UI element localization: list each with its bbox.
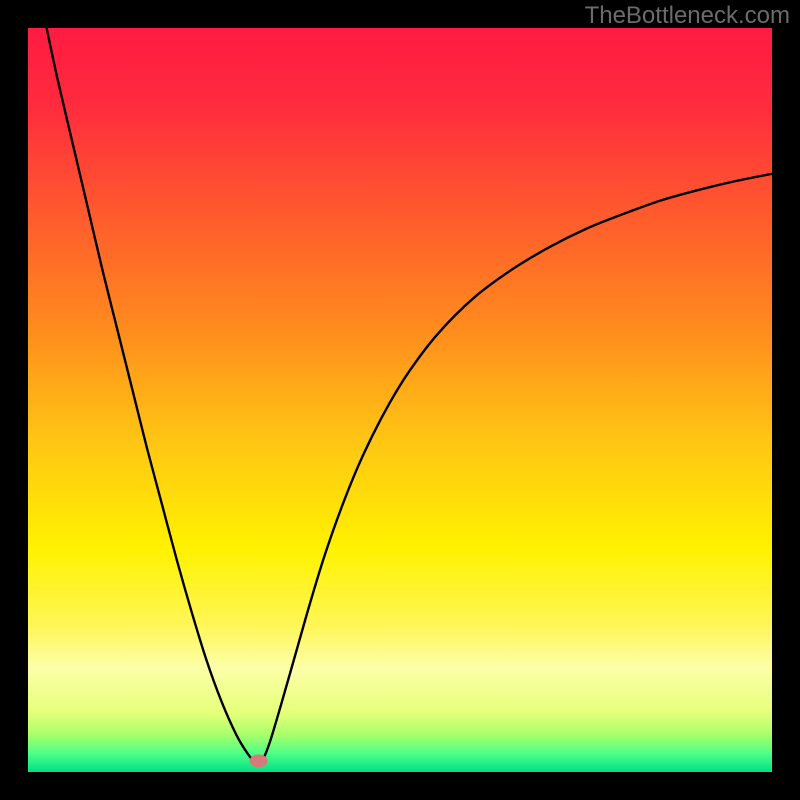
attribution-label: TheBottleneck.com <box>585 2 790 30</box>
chart-svg <box>28 28 772 772</box>
gradient-background <box>28 28 772 772</box>
chart-frame: TheBottleneck.com <box>0 0 800 800</box>
plot-area <box>28 28 772 772</box>
minimum-marker <box>250 754 268 767</box>
